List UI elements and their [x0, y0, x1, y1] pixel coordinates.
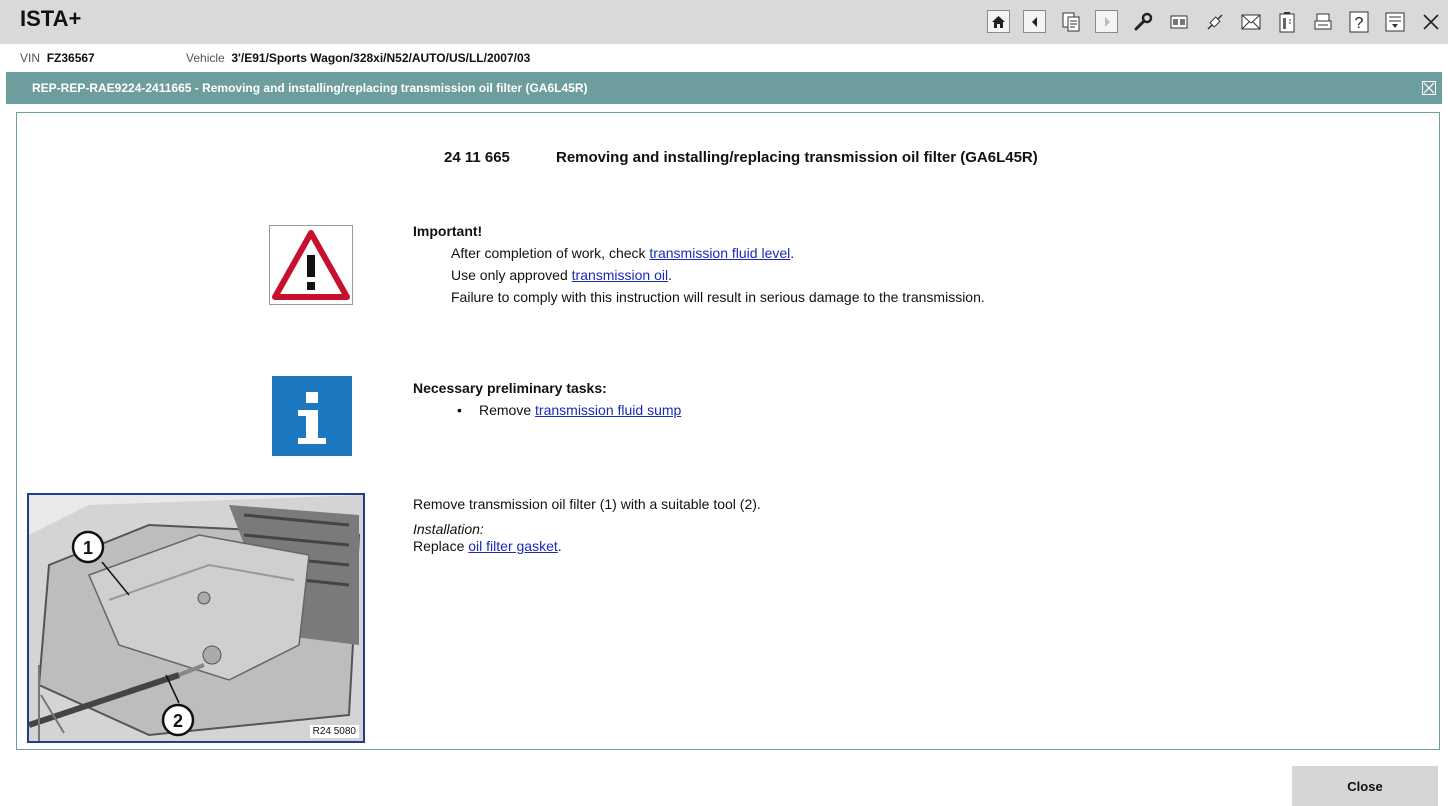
- close-icon[interactable]: [1419, 10, 1442, 33]
- important-line-2: Use only approved transmission oil.: [451, 267, 673, 283]
- document-number: 24 11 665: [444, 149, 510, 166]
- document-close-icon[interactable]: [1422, 81, 1436, 95]
- procedure-figure[interactable]: 1 2 R24 5080: [27, 493, 365, 743]
- toolbar-icons: ?: [974, 10, 1442, 33]
- svg-text:?: ?: [1354, 15, 1363, 32]
- close-button[interactable]: Close: [1292, 766, 1438, 806]
- important-notice: Important! After completion of work, che…: [413, 223, 985, 305]
- info-icon: [272, 376, 352, 456]
- mail-icon[interactable]: [1239, 10, 1262, 33]
- figure-callout-2: 2: [173, 711, 183, 731]
- transmission-oil-link[interactable]: transmission oil: [572, 267, 668, 283]
- print-icon[interactable]: [1311, 10, 1334, 33]
- document-content-panel: 24 11 665 Removing and installing/replaci…: [16, 112, 1440, 750]
- oil-filter-gasket-link[interactable]: oil filter gasket: [468, 538, 557, 554]
- wrench-icon[interactable]: [1131, 10, 1154, 33]
- page-title: 24 11 665 Removing and installing/replaci…: [444, 149, 1038, 166]
- home-icon[interactable]: [987, 10, 1010, 33]
- preliminary-heading: Necessary preliminary tasks:: [413, 380, 607, 396]
- document-header-bar: REP-REP-RAE9224-2411665 - Removing and i…: [6, 72, 1442, 104]
- important-line-3: Failure to comply with this instruction …: [451, 289, 985, 305]
- document-header-title: REP-REP-RAE9224-2411665 - Removing and i…: [32, 81, 588, 95]
- cable-icon[interactable]: [1203, 10, 1226, 33]
- back-icon[interactable]: [1023, 10, 1046, 33]
- download-icon[interactable]: [1383, 10, 1406, 33]
- list-item: • Remove transmission fluid sump: [457, 402, 682, 418]
- vin-info: VIN FZ36567: [20, 51, 95, 65]
- bullet-icon: •: [457, 402, 462, 418]
- important-line-1: After completion of work, check transmis…: [451, 245, 795, 261]
- important-heading: Important!: [413, 223, 483, 239]
- warning-icon: [269, 225, 353, 305]
- vehicle-label: Vehicle: [186, 51, 225, 65]
- replace-line: Replace oil filter gasket.: [413, 538, 562, 554]
- installation-label: Installation:: [413, 521, 484, 537]
- document-copy-icon[interactable]: [1059, 10, 1082, 33]
- vehicle-info: Vehicle 3'/E91/Sports Wagon/328xi/N52/AU…: [186, 51, 530, 65]
- figure-number: R24 5080: [309, 725, 359, 738]
- vehicle-info-row: VIN FZ36567 Vehicle 3'/E91/Sports Wagon/…: [0, 44, 1448, 70]
- vin-label: VIN: [20, 51, 41, 65]
- app-title: ISTA+: [20, 6, 82, 31]
- top-toolbar: ISTA+ ?: [0, 0, 1448, 44]
- preliminary-tasks: Necessary preliminary tasks: • Remove tra…: [413, 380, 681, 418]
- document-title: Removing and installing/replacing transm…: [556, 149, 1038, 166]
- figure-callout-1: 1: [83, 538, 93, 558]
- transmission-fluid-sump-link[interactable]: transmission fluid sump: [535, 402, 681, 418]
- step-instruction: Remove transmission oil filter (1) with …: [413, 496, 761, 512]
- gearbox-icon[interactable]: [1167, 10, 1190, 33]
- help-icon[interactable]: ?: [1347, 10, 1370, 33]
- vehicle-value: 3'/E91/Sports Wagon/328xi/N52/AUTO/US/LL…: [231, 51, 531, 65]
- forward-icon[interactable]: [1095, 10, 1118, 33]
- vin-value: FZ36567: [46, 51, 95, 65]
- battery-icon[interactable]: [1275, 10, 1298, 33]
- transmission-fluid-level-link[interactable]: transmission fluid level: [649, 245, 790, 261]
- procedure-step: Remove transmission oil filter (1) with …: [413, 496, 761, 555]
